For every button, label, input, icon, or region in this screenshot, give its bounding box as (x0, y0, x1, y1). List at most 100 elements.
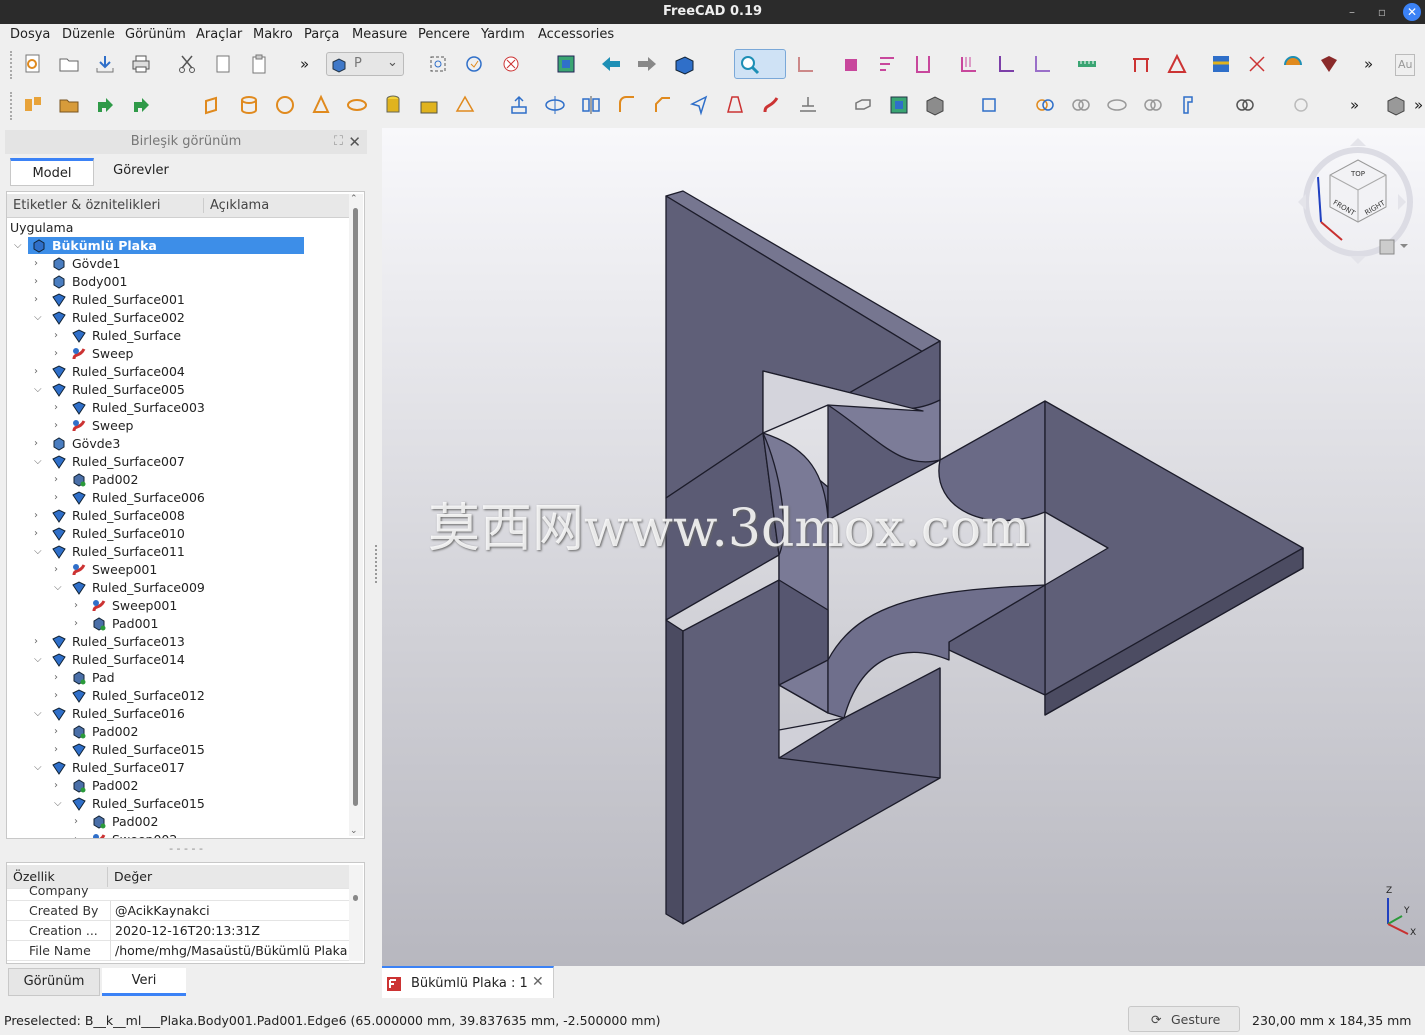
back-arrow-icon[interactable] (600, 53, 622, 75)
datum-plane-icon[interactable] (958, 53, 980, 75)
fillet-icon[interactable] (616, 94, 638, 116)
toolbar-grip[interactable] (10, 92, 13, 120)
fuse-icon[interactable] (1106, 94, 1128, 116)
toolbar-overflow-2[interactable]: » (1364, 55, 1373, 73)
tree-item[interactable]: ⌵ Ruled_Surface002 (7, 309, 349, 327)
tree-item[interactable]: › Pad002 (7, 813, 349, 831)
tree-item[interactable]: › Sweep (7, 417, 349, 435)
sphere-icon[interactable] (274, 94, 296, 116)
scroll-down-icon[interactable]: ⌄ (350, 826, 358, 836)
tree-item[interactable]: › Gövde3 (7, 435, 349, 453)
tree-item[interactable]: ⌵ Ruled_Surface007 (7, 453, 349, 471)
clear-measure-icon[interactable] (1246, 53, 1268, 75)
expand-arrow-icon[interactable]: ⌵ (34, 381, 46, 399)
cut-boolean-icon[interactable] (1070, 94, 1092, 116)
toolbar-overflow[interactable]: » (300, 55, 309, 73)
scroll-up-icon[interactable]: ⌃ (350, 194, 358, 204)
common-icon[interactable] (1142, 94, 1164, 116)
menu-part[interactable]: Parça (304, 27, 339, 42)
close-window-button[interactable]: ✕ (1403, 3, 1421, 21)
tree-item[interactable]: › Ruled_Surface015 (7, 741, 349, 759)
pocket-tool-icon[interactable] (876, 53, 898, 75)
menu-measure[interactable]: Measure (352, 27, 407, 42)
toggle-measure-icon[interactable] (1282, 53, 1304, 75)
property-scroll-thumb[interactable] (353, 895, 358, 901)
collapse-arrow-icon[interactable]: › (34, 363, 46, 381)
collapse-arrow-icon[interactable]: › (54, 723, 66, 741)
loft-icon[interactable] (724, 94, 746, 116)
section-icon[interactable] (797, 94, 819, 116)
property-row[interactable]: Created By @AcikKaynakci (7, 901, 349, 921)
datum-line-icon[interactable] (994, 53, 1016, 75)
property-value[interactable]: /home/mhg/Masaüstü/Bükümlü Plaka... (110, 941, 348, 961)
tree-item[interactable]: › Ruled_Surface010 (7, 525, 349, 543)
cut-icon[interactable] (176, 53, 198, 75)
tree-col-labels[interactable]: Etiketler & öznitelikleri (13, 198, 160, 213)
cylinder-icon[interactable] (238, 94, 260, 116)
tree-item[interactable]: ⌵ Ruled_Surface009 (7, 579, 349, 597)
tree-item[interactable]: ⌵ Ruled_Surface011 (7, 543, 349, 561)
offset-icon[interactable] (852, 94, 874, 116)
shape-builder-icon[interactable] (454, 94, 476, 116)
tree-item[interactable]: › Pad (7, 669, 349, 687)
addon-manager-icon[interactable] (1210, 53, 1232, 75)
tab-model[interactable]: Model (10, 158, 94, 186)
pad-tool-icon[interactable] (840, 53, 862, 75)
make-face-icon[interactable] (688, 94, 710, 116)
property-row[interactable]: Company (7, 881, 349, 901)
tree-item[interactable]: › Ruled_Surface003 (7, 399, 349, 417)
datum-point-icon[interactable] (1030, 53, 1052, 75)
torus-icon[interactable] (346, 94, 368, 116)
workbench-selector[interactable]: P ⌄ (326, 52, 404, 76)
collapse-arrow-icon[interactable]: › (34, 291, 46, 309)
menu-window[interactable]: Pencere (418, 27, 470, 42)
collapse-arrow-icon[interactable]: › (54, 561, 66, 579)
collapse-arrow-icon[interactable]: › (74, 597, 86, 615)
extrude-icon[interactable] (508, 94, 530, 116)
collapse-arrow-icon[interactable]: › (54, 399, 66, 417)
check-geometry-icon[interactable] (1290, 94, 1312, 116)
mirror-icon[interactable] (580, 94, 602, 116)
expand-arrow-icon[interactable]: ⌵ (14, 237, 26, 255)
tab-view-properties[interactable]: Görünüm (8, 968, 100, 996)
property-row[interactable]: File Name/home/mhg/Masaüstü/Bükümlü Plak… (7, 941, 349, 961)
collapse-arrow-icon[interactable]: › (34, 633, 46, 651)
menu-tools[interactable]: Araçlar (196, 27, 242, 42)
panel-splitter[interactable]: - - - - - (0, 842, 372, 855)
tree-item[interactable]: › Ruled_Surface008 (7, 507, 349, 525)
menu-accessories[interactable]: Accessories (538, 27, 614, 42)
tree-item[interactable]: › Ruled_Surface (7, 327, 349, 345)
fit-selection-icon[interactable] (463, 53, 485, 75)
macro-icon[interactable] (1318, 53, 1340, 75)
paste-icon[interactable] (248, 53, 270, 75)
tree-item[interactable]: › Ruled_Surface013 (7, 633, 349, 651)
collapse-arrow-icon[interactable]: › (74, 813, 86, 831)
tree-item[interactable]: ⌵ Bükümlü Plaka (7, 237, 349, 255)
tree-item[interactable]: › Sweep (7, 345, 349, 363)
property-value[interactable]: @AcikKaynakci (110, 901, 348, 921)
toolbar-overflow-4[interactable]: » (1414, 96, 1423, 114)
collapse-arrow-icon[interactable]: › (34, 255, 46, 273)
group-folder-icon[interactable] (58, 94, 80, 116)
collapse-arrow-icon[interactable]: › (54, 741, 66, 759)
expand-arrow-icon[interactable]: ⌵ (34, 453, 46, 471)
solid-cube-icon[interactable] (924, 94, 946, 116)
new-document-icon[interactable] (22, 53, 44, 75)
collapse-arrow-icon[interactable]: › (54, 345, 66, 363)
menu-help[interactable]: Yardım (481, 27, 525, 42)
tree-item[interactable]: › Pad002 (7, 723, 349, 741)
nav-cube-top-label[interactable]: TOP (1351, 170, 1365, 178)
cone-icon[interactable] (310, 94, 332, 116)
tree-item[interactable]: › Pad001 (7, 615, 349, 633)
compound-icon[interactable] (978, 94, 1000, 116)
tube-icon[interactable] (382, 94, 404, 116)
property-scrollbar[interactable] (349, 865, 363, 961)
tree-scrollbar[interactable]: ⌃ ⌄ (349, 194, 363, 836)
primitives-icon[interactable] (418, 94, 440, 116)
tree-item[interactable]: ⌵ Ruled_Surface005 (7, 381, 349, 399)
split-icon[interactable] (1234, 94, 1256, 116)
collapse-arrow-icon[interactable]: › (34, 273, 46, 291)
revolve-icon[interactable] (544, 94, 566, 116)
tree-item[interactable]: › Sweep002 (7, 831, 349, 838)
panel-resize-handle[interactable] (375, 545, 377, 583)
